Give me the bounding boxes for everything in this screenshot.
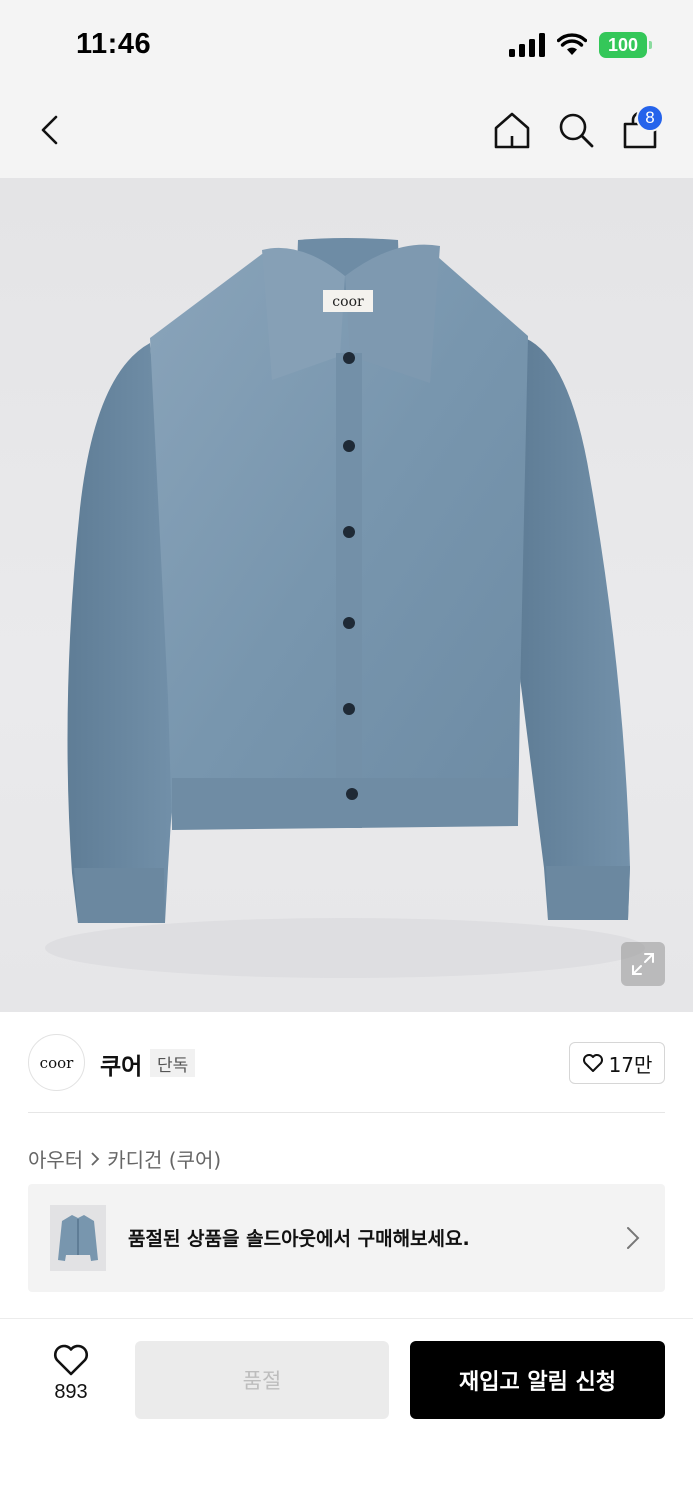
heart-icon [582,1054,603,1072]
soldout-button: 품절 [135,1341,389,1419]
home-icon [494,112,530,149]
brand-like-count: 17만 [608,1052,653,1077]
signal-icon [509,33,545,57]
chevron-right-icon [627,1227,640,1249]
expand-icon [632,953,654,975]
wishlist-button[interactable]: 893 [40,1343,102,1413]
breadcrumb: 아우터 카디건 (쿠어) [28,1144,221,1173]
back-icon [41,115,58,145]
search-icon [559,113,594,148]
status-time: 11:46 [76,28,152,60]
brand-name[interactable]: 쿠어 [100,1047,142,1081]
svg-text:coor: coor [332,294,364,310]
wishlist-count: 893 [54,1381,88,1403]
wifi-icon [557,33,587,55]
home-button[interactable] [490,108,534,152]
product-image[interactable]: coor [0,178,693,1012]
cart-count-badge: 8 [636,104,664,132]
top-nav [0,88,693,178]
chevron-right-icon [91,1151,100,1166]
battery-icon: 100 [599,32,652,58]
status-icons: 100 [509,32,652,58]
divider [28,1112,665,1113]
brand-row: coor 쿠어 단독 17만 [28,1034,665,1092]
breadcrumb-category[interactable]: 아우터 [28,1144,83,1173]
search-button[interactable] [554,108,598,152]
brand-like-button[interactable]: 17만 [569,1042,665,1084]
restock-alert-button[interactable]: 재입고 알림 신청 [410,1341,665,1419]
soldout-banner[interactable]: 품절된 상품을 솔드아웃에서 구매해보세요. [28,1184,665,1292]
exclusive-tag: 단독 [150,1049,196,1077]
cardigan-image: coor [45,238,645,978]
back-button[interactable] [28,108,72,152]
bottom-action-bar: 893 품절 재입고 알림 신청 [0,1318,693,1500]
brand-logo[interactable]: coor [28,1034,85,1091]
soldout-thumbnail [50,1205,106,1271]
breadcrumb-subcategory[interactable]: 카디건 (쿠어) [107,1144,221,1173]
status-bar: 11:46 100 [0,0,693,88]
expand-image-button[interactable] [621,942,665,986]
heart-icon [54,1344,88,1376]
soldout-message: 품절된 상품을 솔드아웃에서 구매해보세요. [128,1228,470,1250]
